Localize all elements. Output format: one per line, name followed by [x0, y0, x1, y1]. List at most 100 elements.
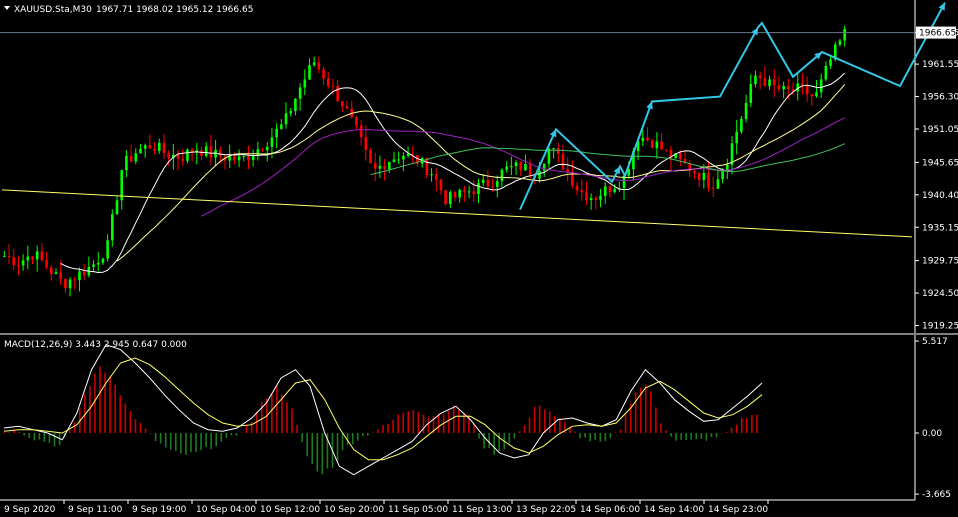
ohlc-values: 1967.71 1968.02 1965.12 1966.65: [96, 5, 253, 15]
time-tick-label: 11 Sep 13:00: [452, 505, 512, 515]
candle-body: [289, 111, 293, 114]
candle-body: [369, 149, 372, 164]
candle-body: [711, 187, 715, 189]
candle-body: [510, 166, 513, 168]
candle-body: [251, 155, 255, 160]
candle-body: [824, 65, 828, 80]
candle-body: [768, 79, 771, 87]
candle-body: [707, 172, 710, 188]
candle-body: [397, 159, 400, 161]
candle-body: [575, 185, 579, 191]
candle-body: [345, 106, 349, 109]
candle-body: [68, 279, 72, 289]
candle-body: [801, 83, 804, 86]
candle-body: [439, 179, 443, 191]
candle-body: [763, 78, 767, 87]
candle-body: [787, 85, 790, 90]
candle-body: [59, 272, 62, 279]
price-tick-label: 1945.65: [922, 158, 958, 168]
candle-body: [758, 75, 762, 79]
price-tick-label: 1956.30: [922, 93, 958, 103]
candle-body: [129, 155, 133, 162]
candle-body: [181, 158, 185, 161]
candle-body: [754, 75, 757, 85]
candle-body: [26, 256, 30, 261]
candle-body: [12, 257, 16, 266]
symbol-header: XAUUSD.Sta,M30: [14, 5, 92, 15]
candle-body: [472, 191, 476, 195]
candle-body: [740, 118, 743, 132]
candle-body: [392, 159, 396, 162]
time-tick-label: 9 Sep 19:00: [132, 505, 187, 515]
candle-body: [650, 140, 654, 149]
candle-body: [819, 79, 823, 93]
candle-body: [237, 156, 241, 161]
candle-body: [336, 85, 339, 102]
candle-body: [280, 124, 283, 129]
candle-body: [148, 145, 152, 149]
chart-background: [0, 0, 958, 517]
candle-body: [528, 164, 532, 175]
candle-body: [364, 137, 368, 150]
candle-body: [331, 85, 335, 87]
candle-body: [125, 155, 128, 171]
candle-body: [782, 85, 785, 90]
candle-body: [749, 84, 753, 103]
candle-body: [228, 156, 231, 161]
candle-body: [594, 198, 598, 200]
price-tick-label: 1951.05: [922, 125, 958, 135]
candle-body: [111, 214, 114, 241]
price-tick-label: 1940.40: [922, 191, 958, 201]
candle-body: [115, 200, 119, 215]
candle-body: [139, 148, 142, 154]
candle-body: [387, 161, 391, 170]
candle-body: [664, 149, 668, 151]
candle-body: [697, 172, 701, 180]
candle-body: [561, 153, 565, 170]
candle-body: [444, 190, 447, 205]
candle-body: [505, 166, 508, 170]
candle-body: [552, 148, 555, 150]
candle-body: [275, 128, 278, 138]
time-tick-label: 11 Sep 05:00: [388, 505, 448, 515]
candle-body: [477, 183, 480, 195]
candle-body: [796, 83, 800, 92]
trading-chart[interactable]: 1966.65 1961.55 1956.30 1951.05 1945.65 1940.…: [0, 0, 958, 517]
candle-body: [777, 85, 781, 90]
candle-body: [341, 101, 344, 107]
candle-body: [542, 163, 546, 171]
candle-body: [3, 256, 6, 258]
candle-body: [693, 171, 696, 173]
candle-body: [373, 163, 377, 169]
candle-body: [7, 256, 11, 258]
candle-body: [547, 148, 551, 164]
price-tick-label: 1961.55: [922, 60, 958, 70]
candle-body: [17, 265, 20, 267]
candle-body: [186, 149, 189, 161]
candle-body: [453, 192, 457, 198]
candle-body: [176, 154, 180, 159]
price-tick-label: 1929.75: [922, 257, 958, 267]
candle-body: [589, 198, 593, 201]
candle-body: [45, 260, 48, 268]
candle-body: [805, 85, 809, 95]
candle-body: [134, 153, 138, 162]
candle-body: [247, 155, 250, 160]
candle-body: [430, 174, 433, 176]
candle-body: [463, 189, 466, 192]
candle-body: [434, 174, 438, 180]
time-tick-label: 10 Sep 20:00: [324, 505, 384, 515]
time-tick-label: 13 Sep 22:05: [516, 505, 576, 515]
candle-body: [556, 148, 560, 154]
macd-title: MACD(12,26,9) 3.443 2.945 0.647 0.000: [4, 340, 187, 350]
candle-body: [49, 267, 53, 275]
candle-body: [242, 155, 246, 157]
price-tick-label: 1924.50: [922, 289, 958, 299]
candle-body: [167, 153, 170, 159]
candle-body: [838, 40, 842, 45]
candle-body: [209, 146, 213, 158]
candle-body: [218, 149, 222, 157]
candle-body: [303, 79, 307, 88]
candle-body: [40, 251, 44, 261]
candle-body: [101, 258, 105, 263]
